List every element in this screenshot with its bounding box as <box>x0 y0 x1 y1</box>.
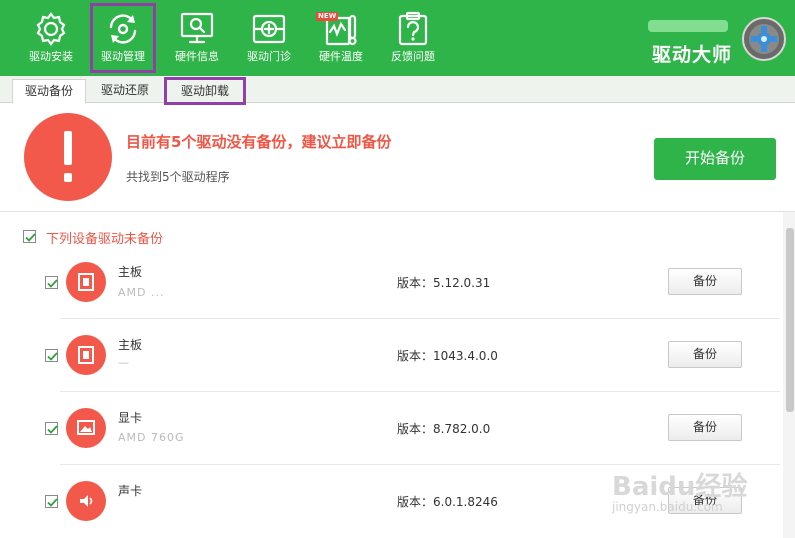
device-model: AMD ... <box>118 286 165 299</box>
select-all-checkbox[interactable] <box>23 230 36 243</box>
row-checkbox[interactable] <box>45 349 58 362</box>
toolbar-item-feedback[interactable]: 反馈问题 <box>382 4 444 72</box>
device-version: 版本：5.12.0.31 <box>397 276 491 290</box>
start-backup-button[interactable]: 开始备份 <box>654 138 776 180</box>
display-icon <box>66 408 106 448</box>
device-name: 主板 <box>118 265 143 279</box>
checkmark-icon <box>47 425 58 434</box>
row-checkbox[interactable] <box>45 495 58 508</box>
monitor-search-icon <box>180 12 214 44</box>
tab-driver-restore[interactable]: 驱动还原 <box>88 79 162 103</box>
refresh-icon <box>109 14 137 44</box>
watermark-url: jingyan.baidu.com <box>612 500 723 514</box>
checkmark-icon <box>47 352 58 361</box>
row-divider <box>60 391 780 392</box>
toolbar-label: 硬件信息 <box>175 50 219 63</box>
top-toolbar: 驱动安装 驱动管理 硬件信息 驱动门诊 NEW 硬件温度 反馈问题 驱动大师 <box>0 0 795 76</box>
device-version: 版本：1043.4.0.0 <box>397 349 498 363</box>
warning-icon <box>24 113 112 201</box>
motherboard-icon <box>66 262 106 302</box>
device-name: 声卡 <box>118 484 143 498</box>
first-aid-icon <box>252 14 286 44</box>
toolbar-item-driver-clinic[interactable]: 驱动门诊 <box>238 4 300 72</box>
row-divider <box>60 464 780 465</box>
backup-alert-banner: 目前有5个驱动没有备份，建议立即备份 共找到5个驱动程序 开始备份 <box>0 103 795 212</box>
new-badge: NEW <box>316 12 339 21</box>
backup-button[interactable]: 备份 <box>668 341 742 368</box>
backup-button[interactable]: 备份 <box>668 414 742 441</box>
toolbar-item-hardware-info[interactable]: 硬件信息 <box>166 4 228 72</box>
checkmark-icon <box>47 279 58 288</box>
gear-icon <box>36 12 66 46</box>
tab-bar: 驱动备份 驱动还原 驱动卸载 <box>0 76 795 105</box>
checkmark-icon <box>47 498 58 507</box>
backup-button[interactable]: 备份 <box>668 268 742 295</box>
toolbar-item-hardware-temp[interactable]: NEW 硬件温度 <box>310 4 372 72</box>
brand-logo-icon <box>742 17 786 61</box>
alert-title: 目前有5个驱动没有备份，建议立即备份 <box>126 133 392 151</box>
toolbar-item-driver-manage[interactable]: 驱动管理 <box>90 3 156 73</box>
row-checkbox[interactable] <box>45 276 58 289</box>
toolbar-label: 硬件温度 <box>319 50 363 63</box>
list-header: 下列设备驱动未备份 <box>46 232 164 247</box>
device-version: 版本：6.0.1.8246 <box>397 495 498 509</box>
tab-driver-uninstall[interactable]: 驱动卸载 <box>164 77 246 105</box>
brand-name: 驱动大师 <box>652 44 733 66</box>
motherboard-icon <box>66 335 106 375</box>
toolbar-label: 反馈问题 <box>391 50 435 63</box>
device-model: — <box>118 356 130 369</box>
scrollbar-thumb[interactable] <box>786 228 794 412</box>
speaker-icon <box>66 481 106 521</box>
row-checkbox[interactable] <box>45 422 58 435</box>
row-divider <box>60 318 780 319</box>
toolbar-label: 驱动门诊 <box>247 50 291 63</box>
device-version: 版本：8.782.0.0 <box>397 422 491 436</box>
brand-blurred-text <box>648 16 740 36</box>
toolbar-item-driver-install[interactable]: 驱动安装 <box>20 4 82 72</box>
tab-driver-backup[interactable]: 驱动备份 <box>12 79 86 104</box>
checkmark-icon <box>25 233 36 242</box>
device-name: 主板 <box>118 338 143 352</box>
alert-subtitle: 共找到5个驱动程序 <box>126 170 230 184</box>
question-icon <box>398 11 428 46</box>
toolbar-label: 驱动安装 <box>29 50 73 63</box>
watermark-text: Baidu经验 <box>612 472 748 502</box>
device-model: AMD 760G <box>118 431 185 444</box>
toolbar-label: 驱动管理 <box>101 50 145 63</box>
device-name: 显卡 <box>118 411 143 425</box>
